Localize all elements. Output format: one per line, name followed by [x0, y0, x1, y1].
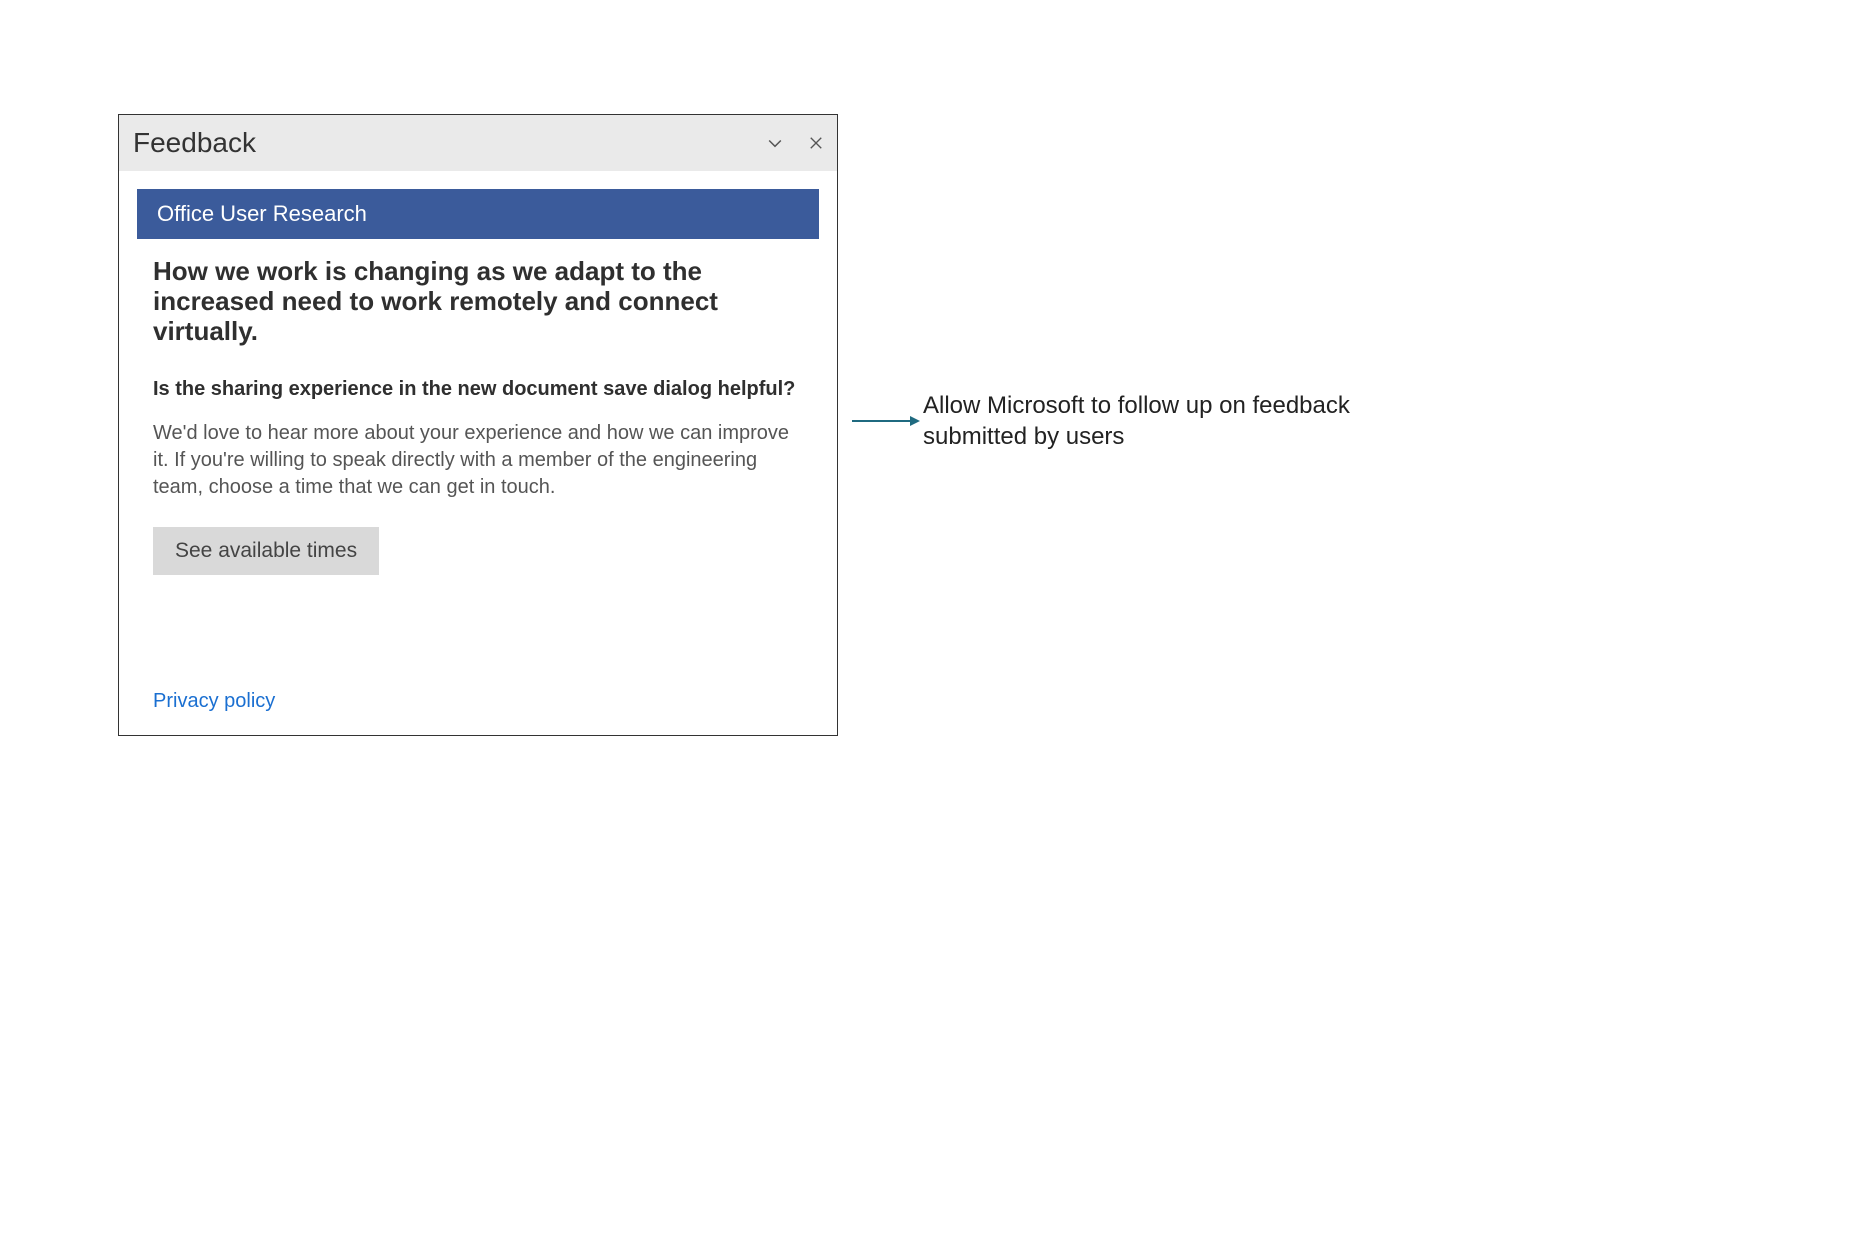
close-icon[interactable]: [807, 134, 825, 152]
dialog-title: Feedback: [133, 127, 765, 159]
feedback-dialog: Feedback Office User Research How we wor…: [118, 114, 838, 736]
see-available-times-button[interactable]: See available times: [153, 527, 379, 575]
titlebar-controls: [765, 133, 825, 153]
annotation-text: Allow Microsoft to follow up on feedback…: [923, 390, 1353, 452]
arrow-icon: [848, 415, 920, 427]
privacy-policy-link[interactable]: Privacy policy: [137, 690, 291, 717]
research-banner: Office User Research: [137, 189, 819, 239]
dialog-subheading: Is the sharing experience in the new doc…: [137, 377, 819, 402]
chevron-down-icon[interactable]: [765, 133, 785, 153]
dialog-heading: How we work is changing as we adapt to t…: [137, 257, 819, 347]
dialog-titlebar: Feedback: [119, 115, 837, 171]
dialog-body: Office User Research How we work is chan…: [119, 171, 837, 735]
dialog-body-text: We'd love to hear more about your experi…: [137, 420, 819, 501]
